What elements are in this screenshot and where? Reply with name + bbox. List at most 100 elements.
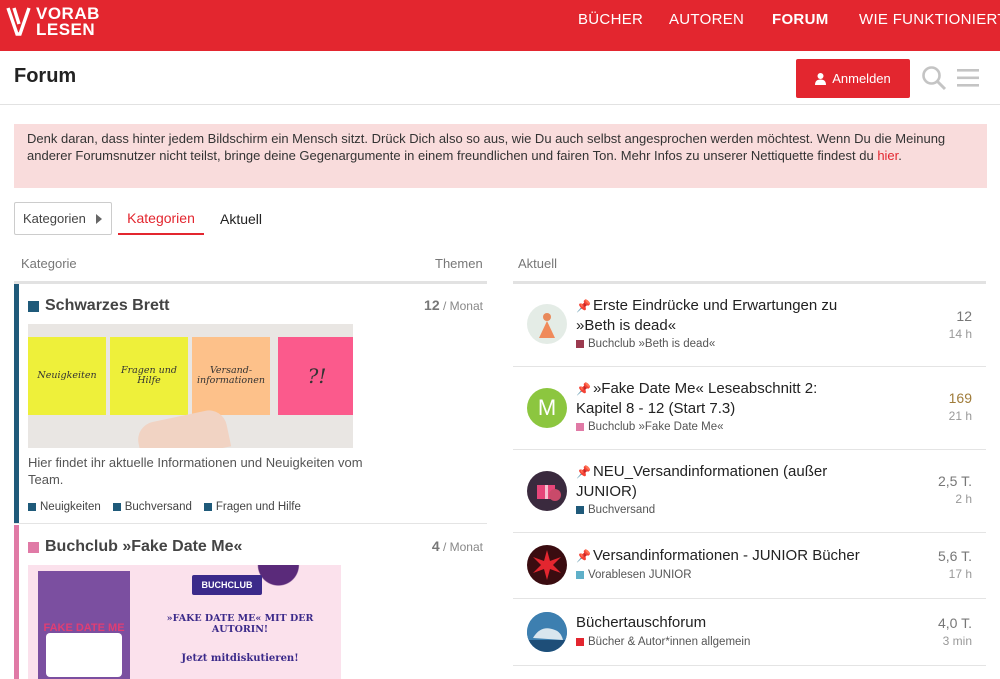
topic-category-label: Bücher & Autor*innen allgemein [588, 636, 751, 648]
category-swatch [576, 571, 584, 579]
topic-title-text: Erste Eindrücke und Erwartungen zu »Beth… [576, 297, 838, 334]
sticky-note: ?! [278, 337, 353, 415]
topic-category[interactable]: Vorablesen JUNIOR [576, 569, 692, 581]
fake-date-me-banner: FAKE DATE ME BUCHCLUB »FAKE DATE ME« MIT… [28, 565, 341, 679]
subcategory-link[interactable]: Buchversand [112, 501, 192, 513]
nav-link-authors[interactable]: AUTOREN [669, 11, 744, 28]
topic-title[interactable]: 📌 Versandinformationen - JUNIOR Bücher [576, 546, 866, 566]
subcategory-swatch [203, 503, 212, 511]
sticky-note: Neuigkeiten [28, 337, 106, 415]
category-title[interactable]: Schwarzes Brett [28, 297, 170, 315]
category-title[interactable]: Buchclub »Fake Date Me« [28, 538, 242, 556]
banner-subline: Jetzt mitdiskutieren! [181, 653, 299, 664]
forum-header: Forum Anmelden [0, 51, 1000, 105]
pin-icon: 📌 [576, 549, 591, 563]
topic-title-text: NEU_Versandinformationen (außer JUNIOR) [576, 463, 828, 500]
logo-mark-icon [6, 7, 31, 36]
topic-activity-age[interactable]: 2 h [955, 492, 972, 506]
notice-end: . [898, 148, 902, 163]
category-row-buchclub-fake-date-me[interactable]: Buchclub »Fake Date Me« 4 / Monat FAKE D… [14, 525, 487, 679]
categories-dropdown[interactable]: Kategorien [14, 202, 112, 235]
topic-category[interactable]: Buchclub »Fake Date Me« [576, 421, 724, 433]
topic-title[interactable]: 📌 NEU_Versandinformationen (außer JUNIOR) [576, 462, 866, 502]
topic-row[interactable]: Büchertauschforum Bücher & Autor*innen a… [513, 599, 986, 666]
subcategory-list: Neuigkeiten Buchversand Fragen und Hilfe [28, 501, 301, 513]
topic-category-label: Buchclub »Beth is dead« [588, 338, 716, 350]
topic-count-number: 4 [431, 538, 440, 554]
column-header-category: Kategorie [21, 256, 77, 271]
pin-icon: 📌 [576, 299, 591, 313]
avatar[interactable] [527, 304, 567, 344]
topic-category[interactable]: Buchversand [576, 504, 655, 516]
category-swatch [576, 423, 584, 431]
topic-row[interactable]: 📌 Erste Eindrücke und Erwartungen zu »Bet… [513, 284, 986, 367]
avatar[interactable]: M [527, 388, 567, 428]
page-title: Forum [14, 65, 77, 87]
topic-category-label: Vorablesen JUNIOR [588, 569, 692, 581]
topic-activity-age[interactable]: 21 h [949, 409, 972, 423]
book-title: FAKE DATE ME [43, 622, 125, 634]
user-icon [815, 72, 827, 85]
category-color-bar [14, 284, 19, 523]
whale-avatar-icon [527, 612, 567, 652]
book-cover: FAKE DATE ME [38, 571, 130, 679]
top-navigation-bar: VORAB LESEN BÜCHER AUTOREN FORUM WIE FUN… [0, 0, 1000, 51]
topic-count-period: Monat [449, 540, 483, 554]
category-swatch [576, 638, 584, 646]
topic-activity-age[interactable]: 14 h [949, 327, 972, 341]
topic-activity-age[interactable]: 3 min [943, 634, 972, 648]
topic-row[interactable]: M 📌 »Fake Date Me« Leseabschnitt 2: Kapit… [513, 367, 986, 450]
column-header-latest: Aktuell [518, 256, 558, 271]
topic-count-period: Monat [449, 299, 483, 313]
netiquette-notice: Denk daran, dass hinter jedem Bildschirm… [14, 124, 987, 188]
subcategory-label: Neuigkeiten [40, 501, 101, 513]
banner-headline: »FAKE DATE ME« MIT DER AUTORIN! [166, 613, 314, 635]
category-color-bar [14, 525, 19, 679]
sticky-note: Fragen und Hilfe [110, 337, 188, 415]
tab-latest[interactable]: Aktuell [212, 202, 270, 235]
category-swatch [576, 506, 584, 514]
topic-reply-count: 12 [956, 308, 972, 324]
topic-category-label: Buchclub »Fake Date Me« [588, 421, 724, 433]
topic-title[interactable]: 📌 »Fake Date Me« Leseabschnitt 2: Kapitel… [576, 379, 866, 419]
avatar[interactable] [527, 471, 567, 511]
subcategory-label: Buchversand [124, 501, 192, 513]
topic-row[interactable]: 📌 NEU_Versandinformationen (außer JUNIOR)… [513, 450, 986, 533]
pin-icon: 📌 [576, 382, 591, 396]
tab-categories[interactable]: Kategorien [118, 202, 204, 235]
topic-activity-age[interactable]: 17 h [949, 567, 972, 581]
categories-dropdown-label: Kategorien [23, 211, 86, 226]
subcategory-link[interactable]: Neuigkeiten [28, 501, 101, 513]
category-color-swatch [28, 300, 39, 312]
category-row-schwarzes-brett[interactable]: Schwarzes Brett 12 / Monat Neuigkeiten F… [14, 284, 487, 524]
vorablesen-logo[interactable]: VORAB LESEN [6, 4, 100, 40]
category-name: Schwarzes Brett [45, 297, 170, 314]
topic-category[interactable]: Bücher & Autor*innen allgemein [576, 636, 750, 648]
topic-title[interactable]: 📌 Erste Eindrücke und Erwartungen zu »Bet… [576, 296, 866, 336]
topic-count-number: 12 [424, 297, 440, 313]
nav-link-how-it-works[interactable]: WIE FUNKTIONIERT'S [859, 11, 1000, 28]
topic-reply-count: 4,0 T. [938, 615, 972, 631]
login-button[interactable]: Anmelden [796, 59, 910, 98]
category-topic-count: 4 / Monat [431, 538, 483, 554]
topic-category[interactable]: Buchclub »Beth is dead« [576, 338, 715, 350]
nav-link-books[interactable]: BÜCHER [578, 11, 643, 28]
login-button-label: Anmelden [832, 71, 891, 86]
topic-title-text: Versandinformationen - JUNIOR Bücher [592, 547, 860, 564]
sticky-note: Versand-informationen [192, 337, 270, 415]
nav-link-forum[interactable]: FORUM [772, 11, 829, 28]
avatar[interactable] [527, 545, 567, 585]
search-icon[interactable] [921, 65, 947, 91]
topic-row[interactable]: 📌 Versandinformationen - JUNIOR Bücher Vo… [513, 533, 986, 599]
notice-text: Denk daran, dass hinter jedem Bildschirm… [27, 131, 946, 163]
buchclub-badge: BUCHCLUB [192, 575, 262, 595]
hamburger-menu-icon[interactable] [957, 68, 979, 88]
topic-title[interactable]: Büchertauschforum [576, 613, 866, 633]
avatar[interactable] [527, 612, 567, 652]
netiquette-link[interactable]: hier [877, 148, 898, 163]
category-description: Hier findet ihr aktuelle Informationen u… [28, 455, 363, 487]
sticky-notes-image: Neuigkeiten Fragen und Hilfe Versand-inf… [28, 324, 353, 448]
topic-reply-count: 169 [948, 390, 972, 406]
gift-avatar-icon [537, 485, 561, 501]
subcategory-link[interactable]: Fragen und Hilfe [203, 501, 301, 513]
